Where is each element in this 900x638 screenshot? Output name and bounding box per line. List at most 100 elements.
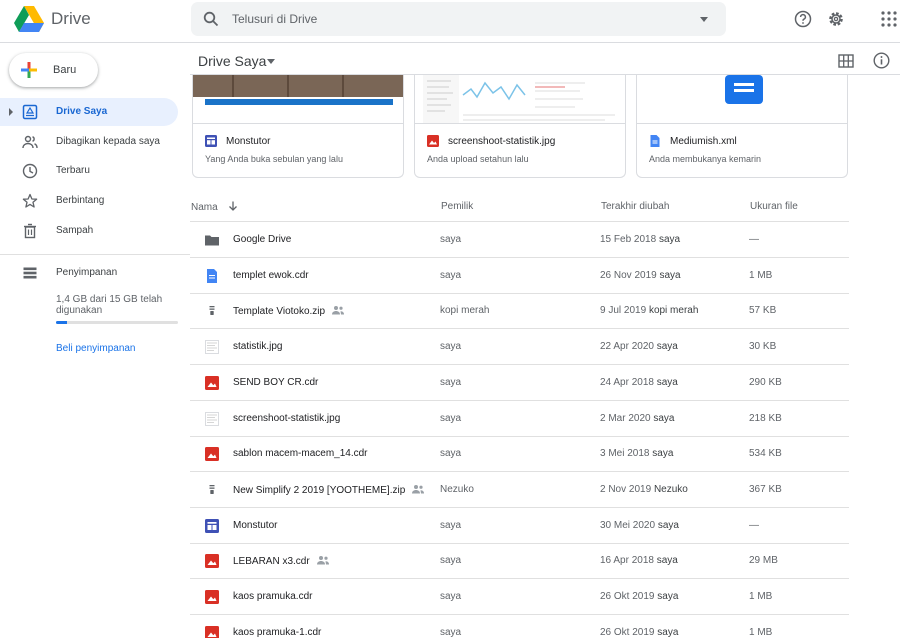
modified-by: saya — [656, 555, 678, 567]
file-row[interactable]: Monstutor saya 30 Mei 2020 saya — — [190, 508, 849, 544]
file-name: Monstutor — [233, 520, 277, 531]
image-thumbnail-icon — [205, 340, 219, 355]
sidebar-item-shared[interactable]: Dibagikan kepada saya — [0, 128, 178, 156]
modified-date: 16 Apr 2018 — [600, 555, 654, 567]
suggested-card[interactable]: Monstutor Yang Anda buka sebulan yang la… — [192, 75, 404, 178]
modified-date: 15 Feb 2018 — [600, 234, 657, 245]
file-size: 534 KB — [749, 448, 782, 460]
apps-grid-icon[interactable] — [880, 10, 898, 28]
sidebar-item-trash[interactable]: Sampah — [0, 217, 178, 245]
file-row[interactable]: sablon macem-macem_14.cdr saya 3 Mei 2018 … — [190, 436, 849, 473]
file-name: kaos pramuka-1.cdr — [233, 627, 321, 638]
file-row[interactable]: New Simplify 2 2019 [YOOTHEME].zip Nezuko… — [190, 472, 849, 508]
search-bar[interactable]: Telusuri di Drive — [191, 2, 726, 36]
card-thumbnail — [415, 75, 625, 124]
my-drive-icon — [22, 104, 38, 120]
file-row[interactable]: LEBARAN x3.cdr saya 16 Apr 2018 saya 29 MB — [190, 543, 849, 580]
file-owner: saya — [440, 519, 462, 531]
sidebar-item-storage[interactable]: Penyimpanan — [0, 259, 178, 287]
modified-date: 26 Okt 2019 — [600, 626, 655, 638]
column-header-modified[interactable]: Terakhir diubah — [601, 201, 669, 212]
file-name-text: sablon macem-macem_14.cdr — [233, 448, 368, 460]
app-title[interactable]: Drive — [51, 9, 91, 29]
modified-by: saya — [658, 234, 681, 245]
image-icon — [427, 135, 439, 147]
file-row[interactable]: statistik.jpg saya 22 Apr 2020 saya 30 KB — [190, 329, 849, 366]
file-row[interactable]: kaos pramuka-1.cdr saya 26 Okt 2019 saya 1 … — [190, 615, 849, 638]
search-input[interactable]: Telusuri di Drive — [232, 12, 317, 26]
card-name: Mediumish.xml — [670, 136, 737, 147]
file-name-text: kaos pramuka.cdr — [233, 591, 313, 602]
file-owner: saya — [440, 448, 462, 460]
sidebar-divider — [0, 254, 190, 255]
sidebar-item-starred[interactable]: Berbintang — [0, 187, 178, 215]
file-name: sablon macem-macem_14.cdr — [233, 448, 368, 459]
trash-icon — [24, 223, 36, 239]
file-modified: 2 Nov 2019 Nezuko — [600, 484, 688, 495]
file-row[interactable]: Template Viotoko.zip kopi merah 9 Jul 2019… — [190, 293, 849, 330]
search-icon[interactable] — [203, 11, 219, 27]
file-name-text: Template Viotoko.zip — [233, 306, 326, 318]
search-options-icon[interactable] — [700, 17, 708, 22]
file-name-text: screenshoot-statistik.jpg — [233, 412, 341, 424]
suggested-card[interactable]: screenshoot-statistik.jpg Anda upload se… — [414, 75, 626, 178]
file-size: 367 KB — [749, 483, 782, 495]
file-owner: Nezuko — [440, 483, 474, 495]
shared-people-icon — [316, 555, 330, 565]
image-icon — [205, 447, 219, 462]
modified-date: 22 Apr 2020 — [600, 341, 654, 353]
modified-by: saya — [657, 591, 679, 602]
shared-people-icon — [331, 305, 345, 315]
image-icon — [205, 625, 219, 638]
new-button[interactable]: Baru — [9, 53, 98, 87]
file-row[interactable]: Google Drive saya 15 Feb 2018 saya — — [190, 222, 849, 258]
chevron-down-icon[interactable] — [267, 59, 275, 64]
info-icon[interactable] — [873, 52, 890, 69]
modified-date: 24 Apr 2018 — [600, 376, 654, 388]
file-owner: saya — [440, 412, 462, 424]
expand-arrow-icon[interactable] — [9, 108, 13, 116]
sidebar-item-label: Sampah — [56, 225, 94, 236]
file-modified: 24 Apr 2018 saya — [600, 377, 678, 388]
suggested-card[interactable]: Mediumish.xml Anda membukanya kemarin — [636, 75, 848, 178]
page-title[interactable]: Drive Saya — [198, 53, 266, 69]
shared-people-icon — [411, 484, 425, 494]
file-row[interactable]: screenshoot-statistik.jpg saya 2 Mar 2020 … — [190, 401, 849, 437]
file-row[interactable]: templet ewok.cdr saya 26 Nov 2019 saya 1 MB — [190, 258, 849, 294]
grid-view-icon[interactable] — [838, 54, 854, 68]
column-header-owner[interactable]: Pemilik — [441, 201, 473, 212]
file-name-text: LEBARAN x3.cdr — [233, 556, 310, 568]
modified-date: 2 Mar 2020 — [600, 412, 651, 424]
card-name: screenshoot-statistik.jpg — [448, 136, 556, 147]
card-name: Monstutor — [226, 136, 271, 147]
column-header-size[interactable]: Ukuran file — [750, 201, 798, 212]
modified-by: saya — [659, 269, 681, 281]
file-modified: 16 Apr 2018 saya — [600, 555, 678, 566]
settings-icon[interactable] — [827, 10, 845, 28]
modified-date: 2 Nov 2019 — [600, 483, 652, 495]
file-name: kaos pramuka.cdr — [233, 591, 312, 602]
file-owner: saya — [440, 269, 462, 281]
file-row[interactable]: kaos pramuka.cdr saya 26 Okt 2019 saya 1 MB — [190, 579, 849, 615]
help-icon[interactable] — [794, 10, 812, 28]
sidebar-item-my-drive[interactable]: Drive Saya — [0, 98, 178, 126]
buy-storage-link[interactable]: Beli penyimpanan — [56, 343, 136, 354]
modified-by: saya — [657, 519, 679, 531]
file-modified: 22 Apr 2020 saya — [600, 341, 678, 352]
storage-usage-bar — [56, 321, 178, 324]
file-size: 290 KB — [749, 376, 782, 388]
plus-icon — [21, 62, 37, 78]
people-icon — [22, 135, 38, 149]
file-modified: 2 Mar 2020 saya — [600, 413, 675, 424]
file-size: 1 MB — [749, 591, 773, 602]
file-size: 57 KB — [749, 305, 777, 317]
card-thumbnail — [193, 75, 403, 124]
column-header-name[interactable]: Nama — [191, 201, 238, 213]
file-row[interactable]: SEND BOY CR.cdr saya 24 Apr 2018 saya 290 K… — [190, 365, 849, 401]
modified-date: 30 Mei 2020 — [600, 519, 656, 531]
sidebar-item-recent[interactable]: Terbaru — [0, 157, 178, 185]
drive-logo-icon[interactable] — [14, 6, 44, 33]
file-name-text: Monstutor — [233, 519, 278, 531]
sort-arrow-down-icon[interactable] — [228, 201, 238, 211]
modified-date: 26 Nov 2019 — [600, 269, 657, 281]
